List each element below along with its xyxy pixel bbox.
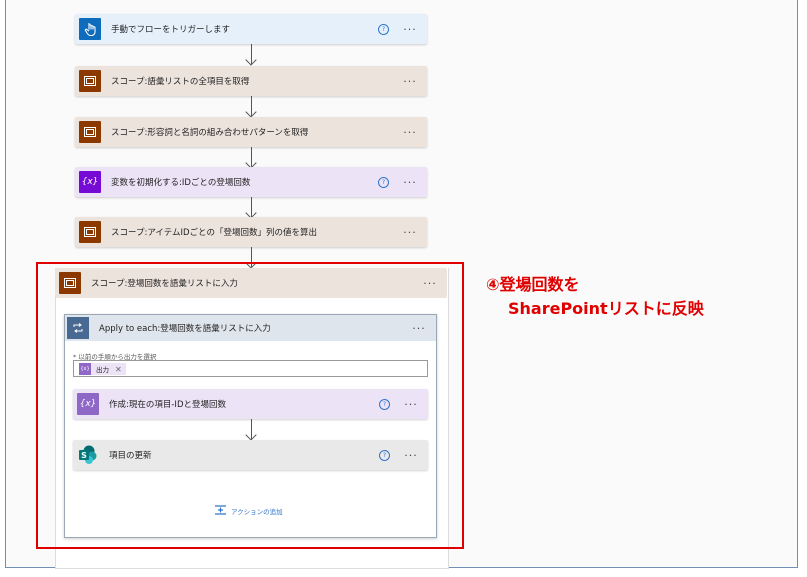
more-options-button[interactable]: ··· xyxy=(401,126,419,139)
step-label: 手動でフローをトリガーします xyxy=(111,25,231,35)
annotation-line-1: ④登場回数を xyxy=(486,275,580,294)
scope-card[interactable]: スコープ:形容詞と名詞の組み合わせパターンを取得 ··· xyxy=(75,117,427,147)
step-label: 変数を初期化する:IDごとの登場回数 xyxy=(111,178,251,188)
scope-icon xyxy=(79,221,101,243)
scope-card[interactable]: スコープ:語彙リストの全項目を取得 ··· xyxy=(75,66,427,96)
variable-icon: {x} xyxy=(79,171,101,193)
step-label: スコープ:アイテムIDごとの「登場回数」列の値を算出 xyxy=(111,228,317,238)
trigger-card[interactable]: 手動でフローをトリガーします ? ··· xyxy=(75,14,427,44)
more-options-button[interactable]: ··· xyxy=(401,226,419,239)
annotation-line-2: SharePointリストに反映 xyxy=(508,299,704,318)
help-icon[interactable]: ? xyxy=(378,23,389,35)
step-label: スコープ:語彙リストの全項目を取得 xyxy=(111,77,250,87)
highlight-box xyxy=(36,262,464,549)
scope-icon xyxy=(79,70,101,92)
variable-card[interactable]: {x} 変数を初期化する:IDごとの登場回数 ? ··· xyxy=(75,167,427,197)
connector-arrow xyxy=(245,197,258,219)
step-label: スコープ:形容詞と名詞の組み合わせパターンを取得 xyxy=(111,128,309,138)
connector-arrow xyxy=(245,96,258,118)
more-options-button[interactable]: ··· xyxy=(401,75,419,88)
connector-arrow xyxy=(245,44,258,66)
scope-card[interactable]: スコープ:アイテムIDごとの「登場回数」列の値を算出 ··· xyxy=(75,217,427,247)
scope-icon xyxy=(79,121,101,143)
help-icon[interactable]: ? xyxy=(378,176,389,188)
manual-trigger-icon xyxy=(79,18,101,40)
more-options-button[interactable]: ··· xyxy=(401,176,419,189)
connector-arrow xyxy=(245,147,258,169)
more-options-button[interactable]: ··· xyxy=(401,23,419,36)
